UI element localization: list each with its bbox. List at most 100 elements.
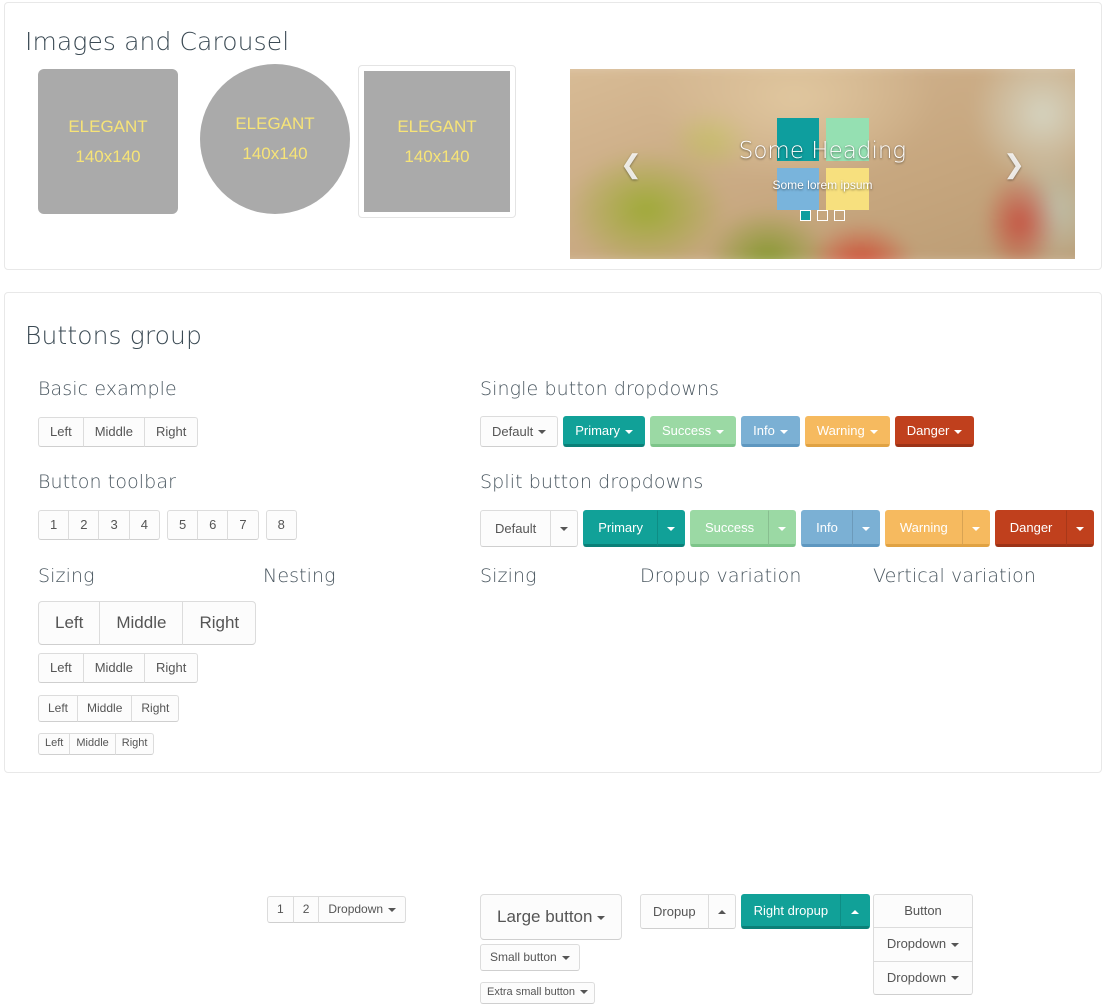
split-warning-group[interactable]: Warning [884, 510, 990, 548]
sizing-sm-left-button[interactable]: Left [38, 695, 79, 723]
toolbar-button-6[interactable]: 6 [197, 510, 229, 541]
split-info-button[interactable]: Info [801, 510, 853, 548]
large-button-label: Large button [497, 907, 593, 926]
caret-down-icon [597, 915, 606, 920]
right-dropup-button[interactable]: Right dropup [740, 894, 842, 930]
toolbar-button-8[interactable]: 8 [265, 510, 297, 541]
toolbar-button-4[interactable]: 4 [128, 510, 160, 541]
image-placeholder-circle: ELEGANT 140x140 [200, 64, 350, 214]
nesting-button-1[interactable]: 1 [267, 896, 294, 924]
vertical-dropdown-button-2[interactable]: Dropdown [873, 960, 973, 996]
toolbar-group-2[interactable]: 5 6 7 [166, 510, 259, 541]
sizing-sm-right-button[interactable]: Right [131, 695, 180, 723]
nesting-dropdown-button[interactable]: Dropdown [318, 896, 407, 924]
sizing-lg-right-button[interactable]: Right [182, 601, 257, 646]
split-success-group[interactable]: Success [689, 510, 797, 548]
nesting-title: Nesting [263, 565, 336, 587]
dropdown-warning-label: Warning [816, 423, 865, 438]
images-panel: Images and Carousel ELEGANT 140x140 ELEG… [4, 2, 1102, 270]
sizing-xs-left-button[interactable]: Left [38, 733, 71, 755]
dropdown-default-button[interactable]: Default [480, 416, 559, 448]
split-primary-toggle[interactable] [656, 510, 685, 548]
dropup-toggle[interactable] [707, 894, 736, 930]
small-button-label: Small button [490, 950, 557, 964]
placeholder-line1: ELEGANT [235, 114, 315, 134]
nesting-button-group[interactable]: 1 2 Dropdown [267, 896, 407, 924]
split-warning-button[interactable]: Warning [884, 510, 963, 548]
placeholder-line1: ELEGANT [397, 116, 477, 136]
dropup-row[interactable]: Dropup Right dropup [640, 894, 871, 930]
button-toolbar-title: Button toolbar [38, 471, 176, 493]
toolbar-button-3[interactable]: 3 [98, 510, 130, 541]
carousel-indicator-3[interactable] [834, 210, 845, 221]
carousel-indicator-1[interactable] [800, 210, 811, 221]
toolbar-group-3[interactable]: 8 [265, 510, 297, 541]
split-info-group[interactable]: Info [801, 510, 880, 548]
dropdown-danger-button[interactable]: Danger [894, 416, 975, 448]
split-danger-toggle[interactable] [1066, 510, 1095, 548]
sizing-group-xsmall[interactable]: Left Middle Right [38, 733, 155, 755]
right-dropup-group[interactable]: Right dropup [740, 894, 871, 930]
caret-down-icon [954, 429, 963, 434]
toolbar-button-2[interactable]: 2 [68, 510, 100, 541]
vertical-dropdown-label-1: Dropdown [886, 936, 947, 952]
dropup-variation-title: Dropup variation [640, 565, 802, 587]
toolbar-button-1[interactable]: 1 [38, 510, 70, 541]
right-dropup-toggle[interactable] [840, 894, 871, 930]
sizing-md-right-button[interactable]: Right [143, 653, 199, 684]
sizing-md-left-button[interactable]: Left [38, 653, 84, 684]
extra-small-dropdown-button[interactable]: Extra small button [480, 982, 596, 1004]
dropdown-primary-button[interactable]: Primary [563, 416, 645, 448]
sizing-xs-middle-button[interactable]: Middle [69, 733, 116, 755]
dropup-button[interactable]: Dropup [640, 894, 709, 930]
small-dropdown-button[interactable]: Small button [480, 944, 580, 972]
carousel-indicator-2[interactable] [817, 210, 828, 221]
basic-left-button[interactable]: Left [38, 417, 84, 448]
dropup-default-group[interactable]: Dropup [640, 894, 736, 930]
split-primary-button[interactable]: Primary [583, 510, 658, 548]
split-success-button[interactable]: Success [689, 510, 770, 548]
toolbar-group-1[interactable]: 1 2 3 4 [38, 510, 160, 541]
toolbar-button-7[interactable]: 7 [227, 510, 259, 541]
dropdown-warning-button[interactable]: Warning [804, 416, 890, 448]
dropdown-info-button[interactable]: Info [741, 416, 800, 448]
nesting-button-2[interactable]: 2 [292, 896, 320, 924]
chevron-left-icon[interactable]: ❮ [618, 149, 644, 179]
caret-up-icon [717, 910, 726, 915]
caret-down-icon [388, 907, 397, 912]
dropdown-success-button[interactable]: Success [649, 416, 737, 448]
split-dropdowns-row[interactable]: Default Primary Success Info Warning Dan… [480, 510, 1095, 548]
vertical-button-group[interactable]: Button Dropdown Dropdown [873, 894, 973, 996]
split-default-button[interactable]: Default [480, 510, 552, 548]
sizing-group-small[interactable]: Left Middle Right [38, 695, 180, 723]
basic-right-button[interactable]: Right [143, 417, 199, 448]
split-danger-group[interactable]: Danger [994, 510, 1095, 548]
sizing-md-middle-button[interactable]: Middle [82, 653, 145, 684]
basic-example-button-group[interactable]: Left Middle Right [38, 417, 199, 448]
split-info-toggle[interactable] [851, 510, 880, 548]
carousel-indicators[interactable] [570, 210, 1075, 221]
sizing-group-default[interactable]: Left Middle Right [38, 653, 199, 684]
button-toolbar[interactable]: 1 2 3 4 5 6 7 8 [38, 510, 297, 541]
chevron-right-icon[interactable]: ❯ [1001, 149, 1027, 179]
vertical-button[interactable]: Button [873, 894, 973, 929]
basic-middle-button[interactable]: Middle [82, 417, 145, 448]
large-dropdown-button[interactable]: Large button [480, 894, 623, 941]
split-default-toggle[interactable] [550, 510, 579, 548]
sizing-sm-middle-button[interactable]: Middle [77, 695, 133, 723]
single-dropdowns-row[interactable]: Default Primary Success Info Warning Dan… [480, 416, 975, 448]
split-primary-group[interactable]: Primary [583, 510, 685, 548]
split-danger-button[interactable]: Danger [994, 510, 1068, 548]
sizing-xs-right-button[interactable]: Right [114, 733, 155, 755]
single-dropdowns-title: Single button dropdowns [480, 378, 720, 400]
sizing-lg-middle-button[interactable]: Middle [99, 601, 184, 646]
split-success-toggle[interactable] [768, 510, 797, 548]
sizing-group-large[interactable]: Left Middle Right [38, 601, 257, 646]
sizing-lg-left-button[interactable]: Left [38, 601, 101, 646]
split-default-group[interactable]: Default [480, 510, 579, 548]
caret-down-icon [951, 976, 960, 981]
toolbar-button-5[interactable]: 5 [166, 510, 199, 541]
split-warning-toggle[interactable] [961, 510, 990, 548]
carousel[interactable]: Some Heading Some lorem ipsum ❮ ❯ [570, 69, 1075, 259]
vertical-dropdown-button-1[interactable]: Dropdown [873, 927, 973, 962]
